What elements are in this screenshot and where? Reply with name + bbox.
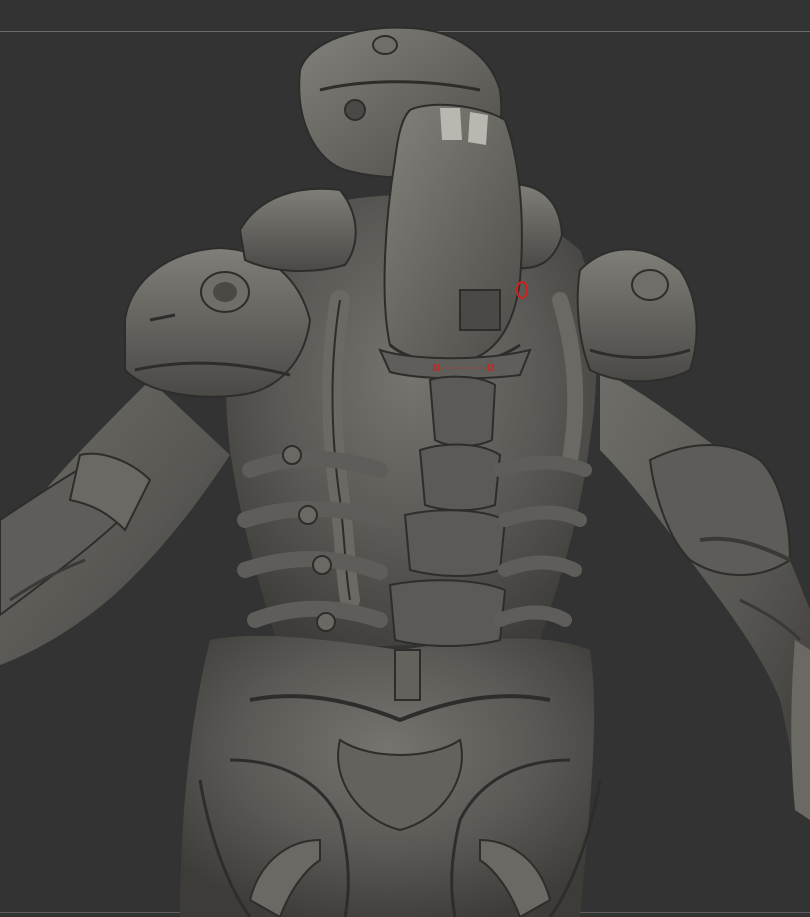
right-shoulder-pad[interactable]: [576, 248, 698, 383]
3d-viewport[interactable]: [0, 0, 810, 917]
hips[interactable]: [180, 635, 602, 917]
sculpted-armored-figure-model[interactable]: [0, 0, 810, 917]
left-arm[interactable]: [0, 380, 230, 665]
right-arm[interactable]: [600, 370, 810, 820]
